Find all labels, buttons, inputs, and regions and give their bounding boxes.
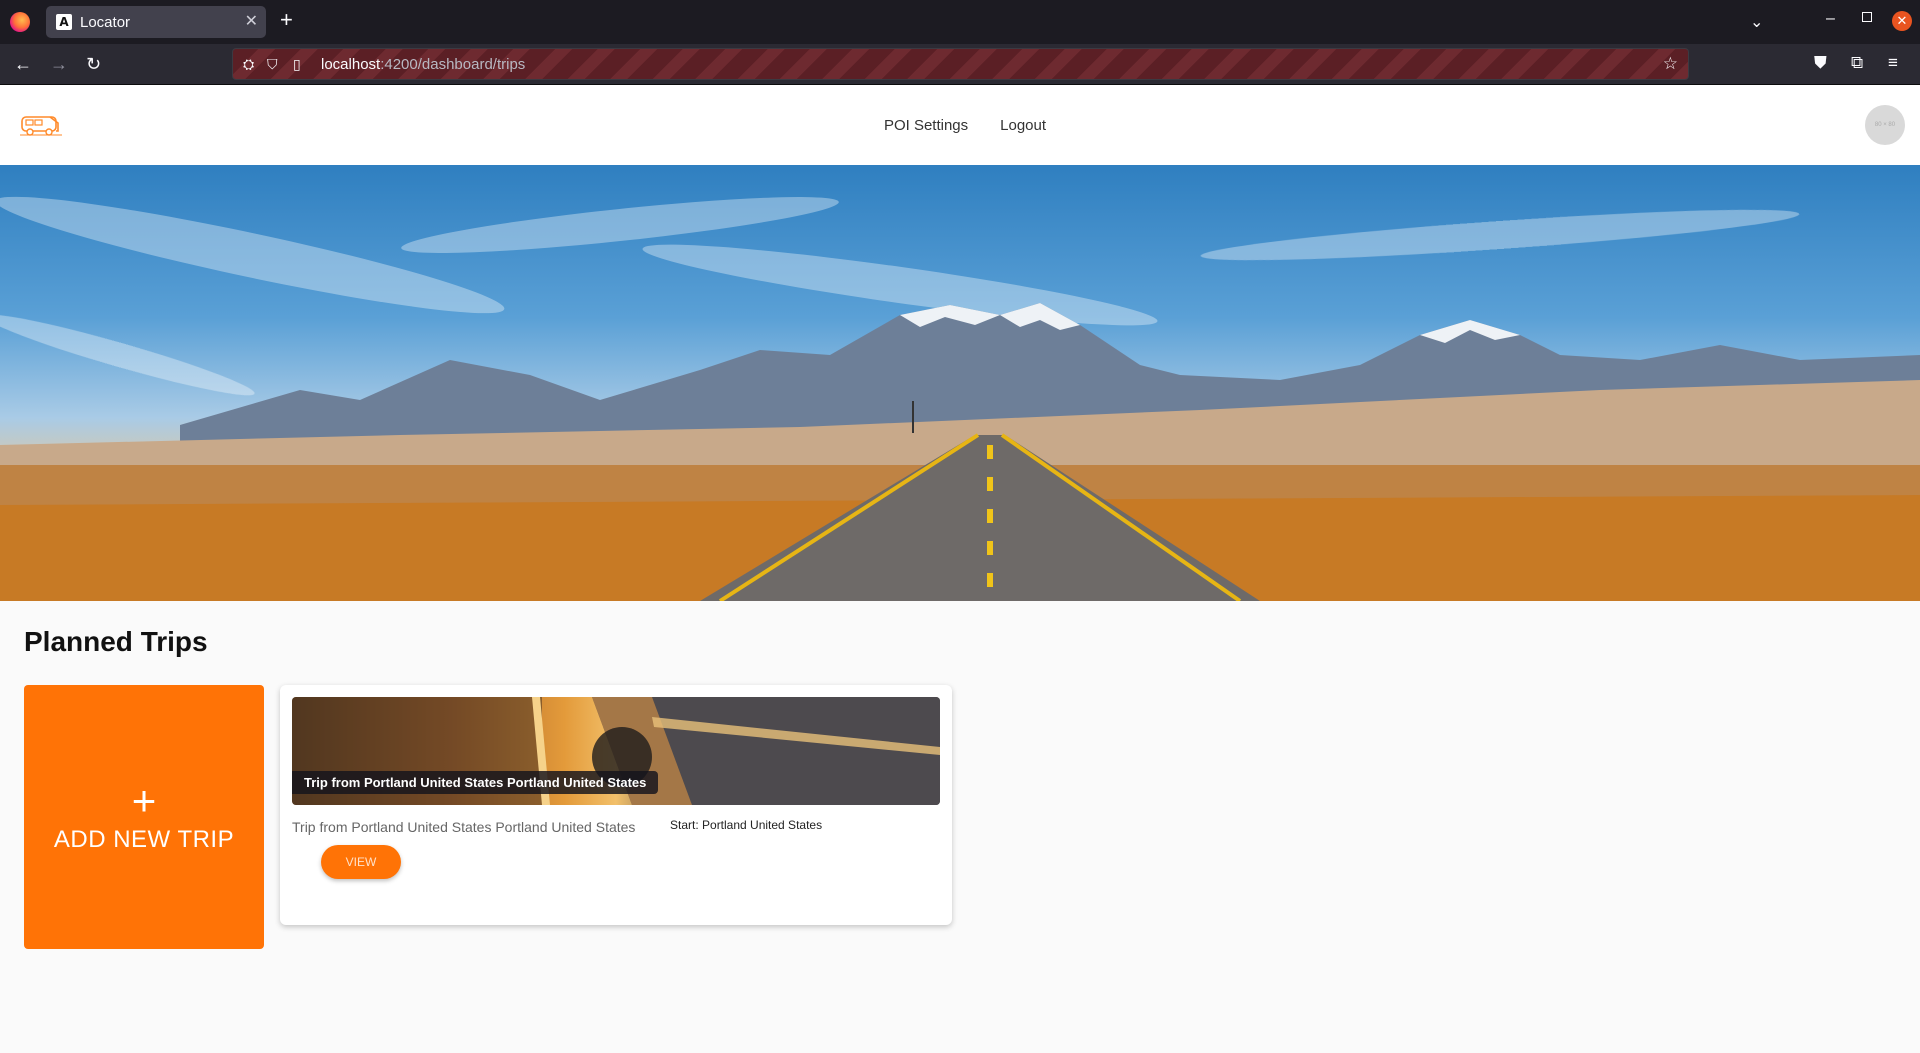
trip-card: Trip from Portland United States Portlan…: [280, 685, 952, 925]
nav-poi-settings[interactable]: POI Settings: [884, 117, 968, 134]
plus-icon: +: [131, 777, 157, 824]
view-trip-button[interactable]: VIEW: [321, 845, 401, 879]
maximize-window-icon[interactable]: [1862, 12, 1872, 22]
browser-tab-active[interactable]: A Locator ✕: [46, 6, 266, 38]
chevron-down-icon[interactable]: ⌄: [1750, 12, 1763, 32]
main-nav: POI Settings Logout: [0, 85, 1920, 165]
page-icon[interactable]: ▯: [293, 56, 301, 73]
page-title: Planned Trips: [24, 626, 208, 657]
extensions-icon[interactable]: ⧉: [1851, 53, 1863, 73]
trip-card-description: Trip from Portland United States Portlan…: [292, 819, 636, 835]
close-window-icon[interactable]: ✕: [1892, 11, 1912, 31]
url-bar[interactable]: ⛭ ⛉ ▯ localhost:4200/dashboard/trips ☆: [232, 48, 1689, 80]
pocket-icon[interactable]: ⛊: [1814, 53, 1827, 73]
tracking-lock-icon[interactable]: ⛭: [243, 56, 254, 73]
add-new-trip-label: ADD NEW TRIP: [53, 826, 235, 853]
hero-banner-image: [0, 165, 1920, 601]
trip-card-start: Start: Portland United States: [670, 818, 823, 832]
url-path: :4200/dashboard/trips: [380, 56, 526, 73]
browser-tabbar: A Locator ✕ + ⌄ – ✕: [0, 0, 1920, 44]
minimize-window-icon[interactable]: –: [1826, 10, 1835, 28]
menu-icon[interactable]: ≡: [1888, 53, 1898, 73]
url-text[interactable]: localhost:4200/dashboard/trips: [321, 56, 525, 73]
tab-title: Locator: [80, 14, 131, 31]
app-header: POI Settings Logout 80 × 80: [0, 85, 1920, 165]
nav-logout[interactable]: Logout: [1000, 117, 1046, 134]
trip-card-image: Trip from Portland United States Portlan…: [292, 697, 940, 805]
avatar[interactable]: 80 × 80: [1865, 105, 1905, 145]
arrow-right-icon[interactable]: →: [50, 53, 68, 75]
angular-favicon-icon: A: [56, 14, 72, 30]
add-new-trip-button[interactable]: + ADD NEW TRIP: [24, 685, 264, 949]
new-tab-icon[interactable]: +: [280, 8, 293, 32]
star-icon[interactable]: ☆: [1663, 54, 1678, 74]
firefox-icon[interactable]: [10, 12, 30, 32]
trip-card-overlay-title: Trip from Portland United States Portlan…: [292, 771, 659, 794]
url-host: localhost: [321, 56, 381, 73]
browser-navbar: ← → ↻ ⛭ ⛉ ▯ localhost:4200/dashboard/tri…: [0, 44, 1920, 85]
arrow-left-icon[interactable]: ←: [14, 53, 32, 75]
shield-icon[interactable]: ⛉: [267, 56, 278, 73]
close-tab-icon[interactable]: ✕: [245, 11, 258, 31]
reload-icon[interactable]: ↻: [86, 53, 101, 75]
